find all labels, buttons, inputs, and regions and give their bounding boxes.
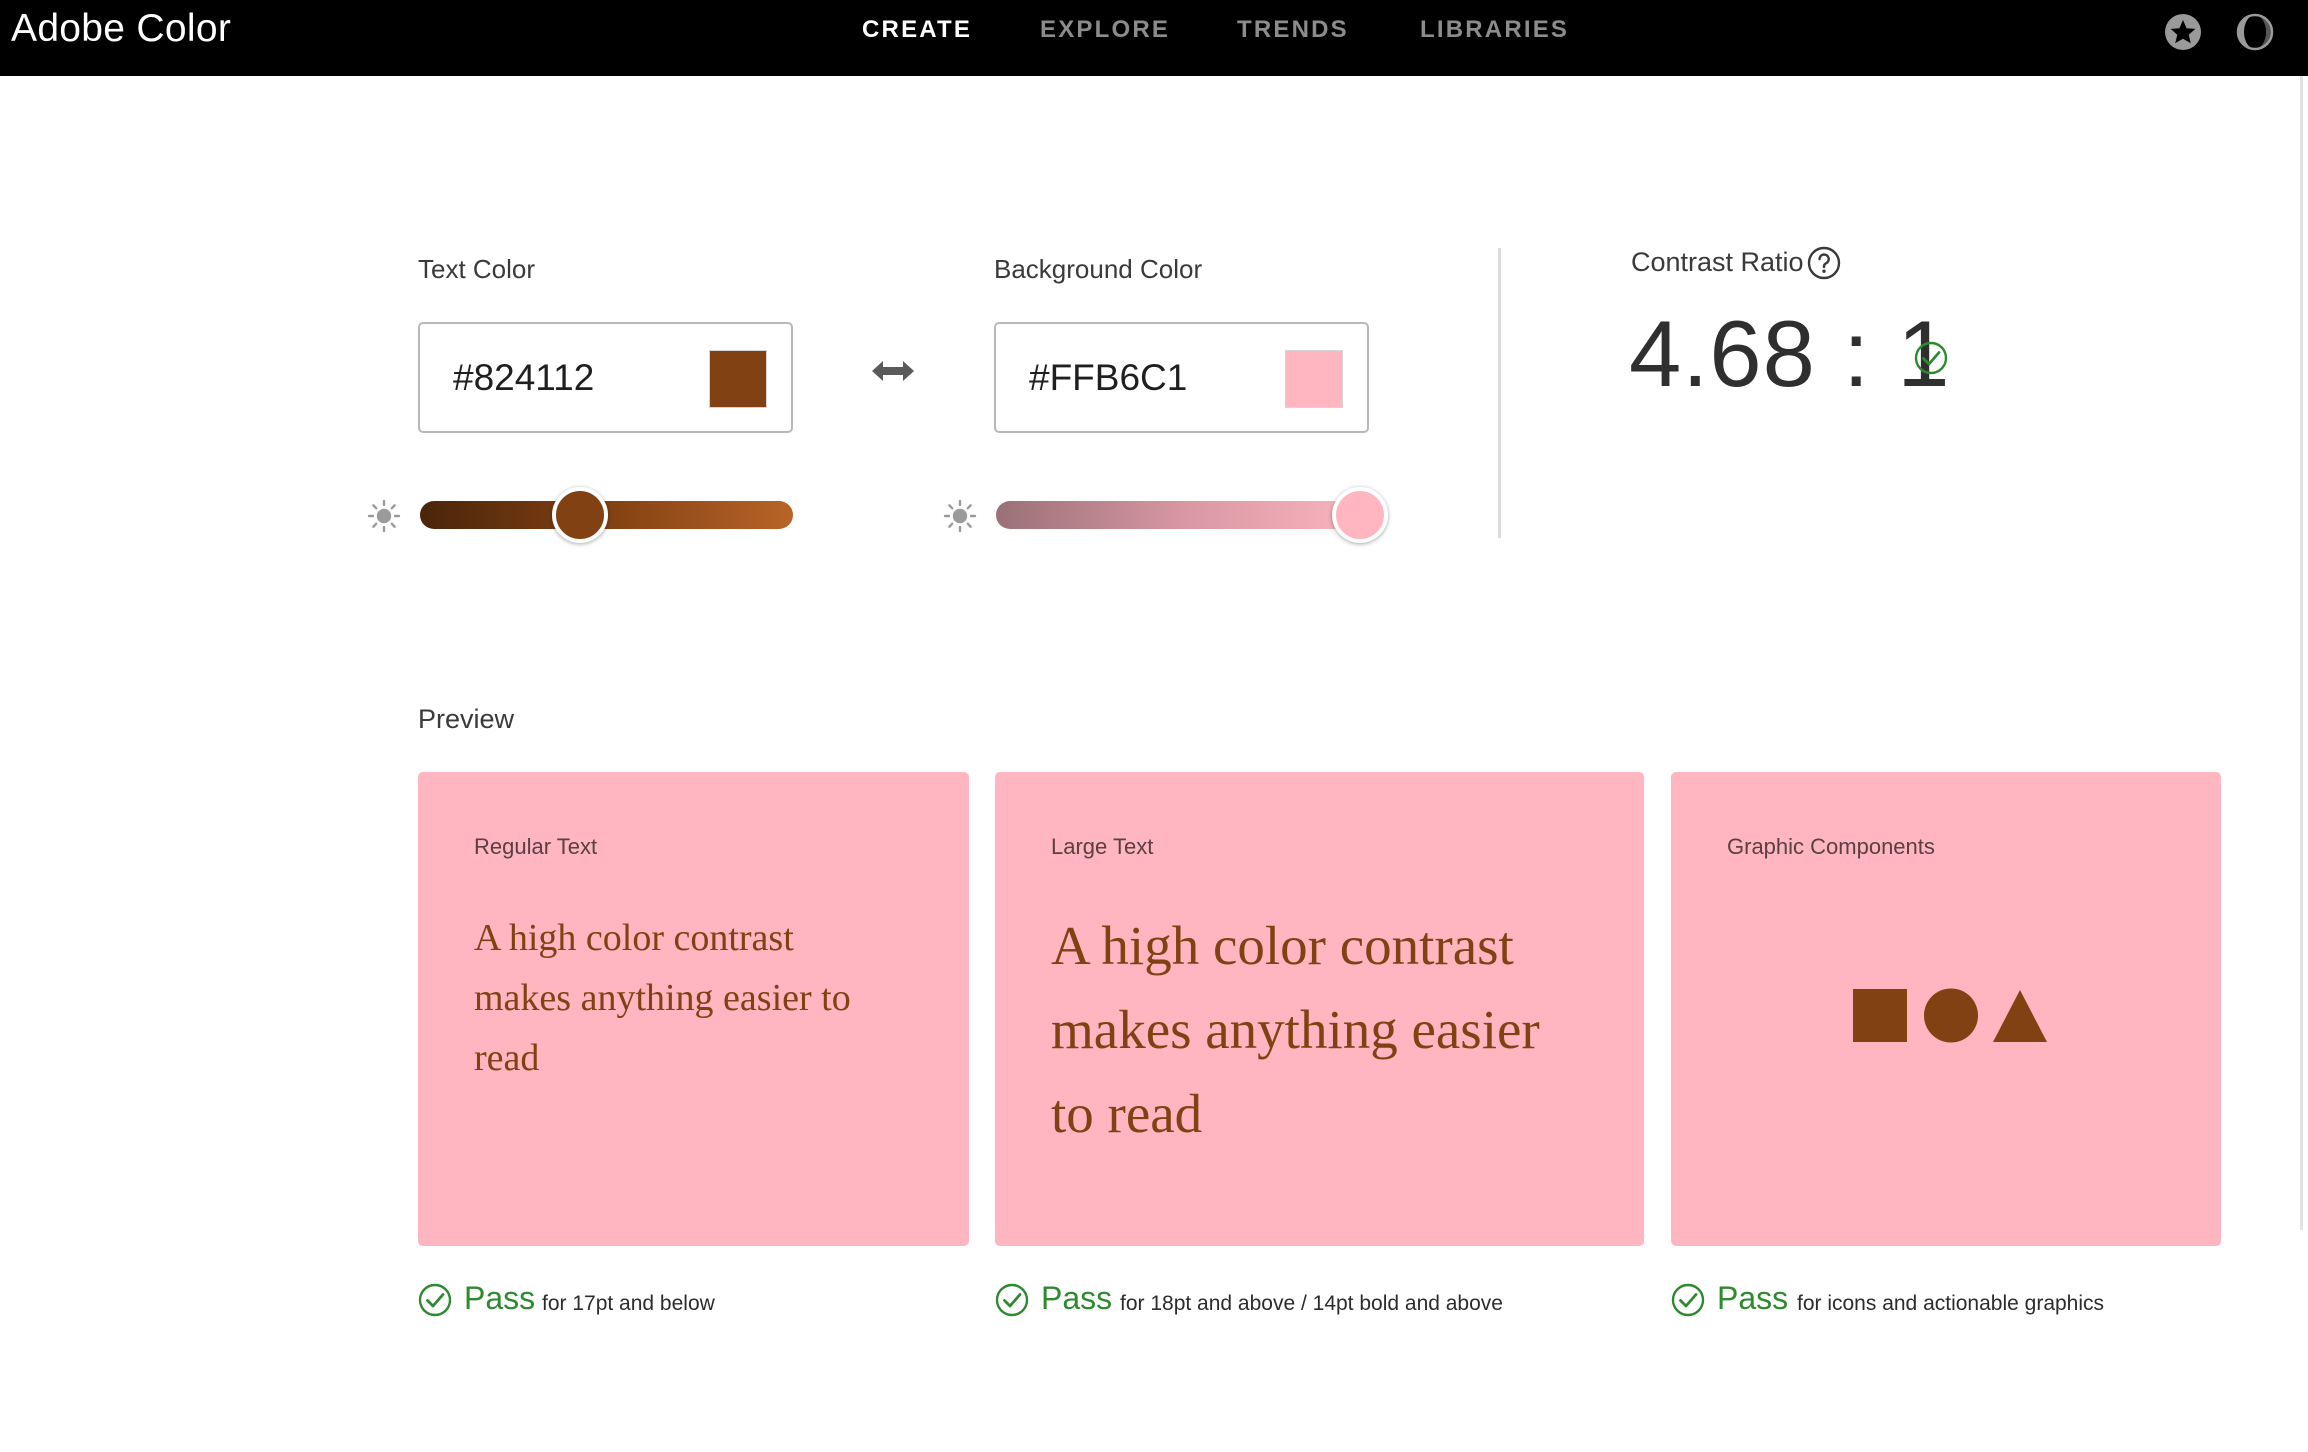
background-color-hex-value[interactable]: #FFB6C1 <box>1029 357 1187 399</box>
pass-label: Pass <box>1717 1280 1789 1316</box>
top-navigation-bar: Adobe Color CREATE EXPLORE TRENDS LIBRAR… <box>0 0 2308 76</box>
contrast-ratio-label: Contrast Ratio <box>1631 247 1804 277</box>
text-color-swatch[interactable] <box>709 350 767 408</box>
brightness-icon <box>943 499 977 533</box>
background-color-brightness-slider[interactable] <box>996 487 1388 543</box>
section-divider <box>1498 248 1501 538</box>
pass-check-icon <box>995 1283 1029 1317</box>
pass-description: for 17pt and below <box>542 1292 715 1315</box>
favorites-icon[interactable] <box>2164 13 2202 51</box>
background-color-slider-thumb[interactable] <box>1332 487 1388 543</box>
large-text-sample: A high color contrast makes anything eas… <box>1051 915 1540 1144</box>
help-icon[interactable] <box>1807 246 1841 280</box>
square-shape <box>1853 989 1907 1042</box>
card-title: Regular Text <box>474 834 598 859</box>
pass-check-icon <box>1914 341 1948 375</box>
nav-create[interactable]: CREATE <box>862 16 972 44</box>
pass-description: for 18pt and above / 14pt bold and above <box>1120 1292 1503 1315</box>
preview-card-large-text: Large Text A high color contrast makes a… <box>995 772 1644 1246</box>
page-scrollbar[interactable] <box>2300 76 2303 1230</box>
nav-libraries[interactable]: LIBRARIES <box>1420 16 1569 44</box>
graphic-shapes <box>1853 988 2047 1043</box>
pass-result-large: Pass for 18pt and above / 14pt bold and … <box>995 1280 1595 1320</box>
background-color-hex-field[interactable]: #FFB6C1 <box>994 322 1369 433</box>
pass-check-icon <box>418 1283 452 1317</box>
text-color-hex-value[interactable]: #824112 <box>453 357 594 399</box>
adobe-color-logo[interactable]: Adobe Color <box>11 7 231 51</box>
card-title: Large Text <box>1051 834 1154 859</box>
preview-card-regular-text: Regular Text A high color contrast makes… <box>418 772 969 1246</box>
contrast-ratio-value: 4.68 : 1 <box>1629 301 1951 406</box>
regular-text-sample: A high color contrast makes anything eas… <box>474 917 851 1079</box>
pass-result-regular: Pass for 17pt and below <box>418 1280 918 1320</box>
pass-result-graphics: Pass for icons and actionable graphics <box>1671 1280 2231 1320</box>
brightness-icon <box>367 499 401 533</box>
swap-colors-icon[interactable] <box>870 356 916 386</box>
nav-trends[interactable]: TRENDS <box>1237 16 1349 44</box>
circle-shape <box>1924 988 1978 1043</box>
text-color-label: Text Color <box>418 254 536 284</box>
background-color-label: Background Color <box>994 254 1203 284</box>
text-color-hex-field[interactable]: #824112 <box>418 322 793 433</box>
nav-explore[interactable]: EXPLORE <box>1040 16 1170 44</box>
pass-label: Pass <box>1041 1280 1113 1316</box>
pass-label: Pass <box>464 1280 536 1316</box>
pass-description: for icons and actionable graphics <box>1797 1292 2105 1315</box>
theme-toggle-icon[interactable] <box>2236 13 2274 51</box>
preview-heading: Preview <box>418 704 515 734</box>
card-title: Graphic Components <box>1727 834 1935 859</box>
pass-check-icon <box>1671 1283 1705 1317</box>
text-color-brightness-slider[interactable] <box>420 487 793 543</box>
background-color-swatch[interactable] <box>1285 350 1343 408</box>
text-color-slider-thumb[interactable] <box>552 487 609 543</box>
triangle-shape <box>1993 990 2047 1042</box>
